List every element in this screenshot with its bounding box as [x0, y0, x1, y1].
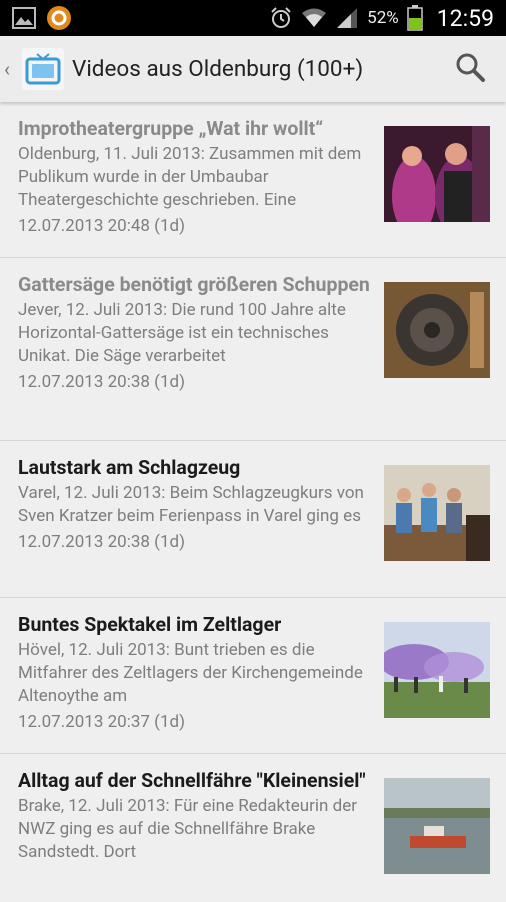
- article-date: 12.07.2013 20:38 (1d): [18, 372, 186, 392]
- article-title: Improtheatergruppe „Wat ihr wollt“: [18, 117, 324, 140]
- article-snippet: Varel, 12. Juli 2013: Beim Schlagzeugkur…: [18, 483, 364, 526]
- app-notification-icon: [46, 5, 72, 31]
- status-bar: 52% 12:59: [0, 0, 506, 36]
- list-item[interactable]: Alltag auf der Schnellfähre "Kleinensiel…: [0, 754, 506, 902]
- article-title: Lautstark am Schlagzeug: [18, 456, 241, 479]
- article-date: 12.07.2013 20:38 (1d): [18, 532, 186, 552]
- article-snippet: Hövel, 12. Juli 2013: Bunt trieben es di…: [18, 640, 363, 706]
- article-snippet: Jever, 12. Juli 2013: Die rund 100 Jahre…: [18, 300, 346, 366]
- article-snippet: Oldenburg, 11. Juli 2013: Zusammen mit d…: [18, 144, 362, 210]
- signal-icon: [335, 7, 359, 29]
- list-item[interactable]: Gattersäge benötigt größeren Schuppen Je…: [0, 258, 506, 441]
- article-title: Buntes Spektakel im Zeltlager: [18, 613, 282, 636]
- gallery-icon: [12, 7, 36, 29]
- article-title: Gattersäge benötigt größeren Schuppen: [18, 273, 370, 296]
- search-button[interactable]: [440, 51, 500, 87]
- list-item[interactable]: Lautstark am Schlagzeug Varel, 12. Juli …: [0, 441, 506, 598]
- article-thumbnail: [384, 126, 490, 222]
- article-snippet: Brake, 12. Juli 2013: Für eine Redakteur…: [18, 796, 357, 862]
- battery-percentage: 52%: [367, 8, 399, 28]
- list-item[interactable]: Buntes Spektakel im Zeltlager Hövel, 12.…: [0, 598, 506, 754]
- article-thumbnail: [384, 282, 490, 378]
- search-icon: [454, 51, 486, 87]
- page-title: Videos aus Oldenburg (100+): [72, 56, 364, 82]
- tv-icon[interactable]: [22, 48, 64, 90]
- alarm-icon: [269, 6, 293, 30]
- article-list: Improtheatergruppe „Wat ihr wollt“ Olden…: [0, 102, 506, 902]
- back-caret-icon[interactable]: ‹: [4, 57, 16, 81]
- wifi-icon: [301, 7, 327, 29]
- article-thumbnail: [384, 622, 490, 718]
- article-title: Alltag auf der Schnellfähre "Kleinensiel…: [18, 769, 366, 792]
- article-date: 12.07.2013 20:48 (1d): [18, 216, 186, 236]
- list-item[interactable]: Improtheatergruppe „Wat ihr wollt“ Olden…: [0, 102, 506, 258]
- status-clock: 12:59: [436, 4, 494, 32]
- battery-icon: [406, 5, 423, 31]
- action-bar: ‹ Videos aus Oldenburg (100+): [0, 36, 506, 102]
- article-date: 12.07.2013 20:37 (1d): [18, 712, 186, 732]
- article-thumbnail: [384, 778, 490, 874]
- article-thumbnail: [384, 465, 490, 561]
